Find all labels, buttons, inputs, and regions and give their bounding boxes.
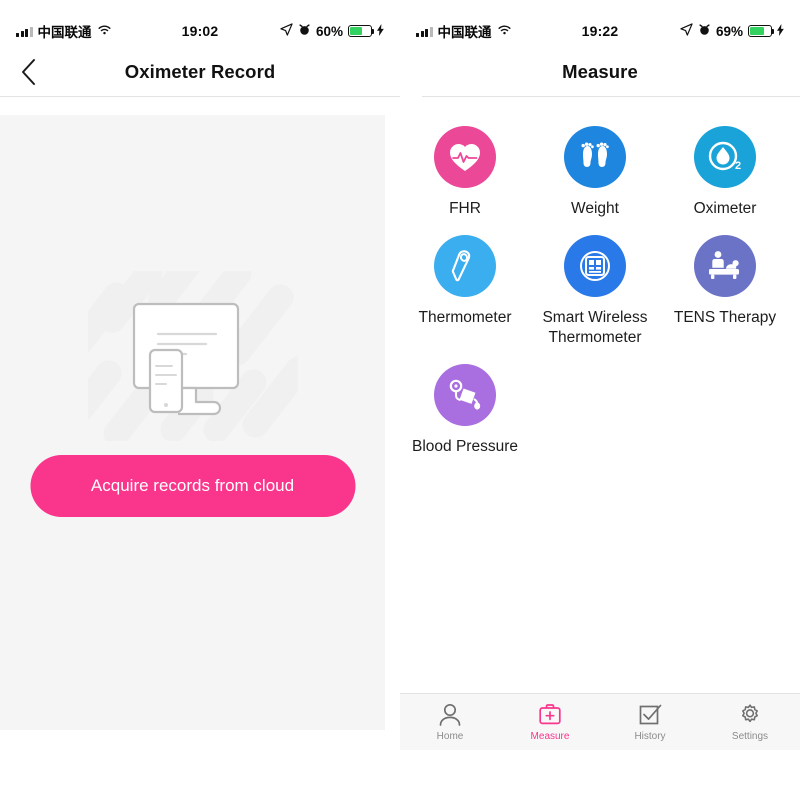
tab-label: Measure bbox=[530, 731, 570, 742]
measure-item-label: Thermometer bbox=[418, 309, 512, 326]
lightning-bolt-icon bbox=[777, 23, 784, 39]
tab-label: History bbox=[634, 731, 666, 742]
measure-item-fhr[interactable]: FHR bbox=[400, 126, 530, 219]
footprints-icon bbox=[581, 142, 609, 167]
carrier-name: 中国联通 bbox=[437, 25, 492, 40]
battery-icon bbox=[348, 25, 375, 37]
measure-item-label: Smart Wireless Thermometer bbox=[542, 309, 648, 346]
alarm-clock-icon bbox=[298, 23, 311, 39]
status-bar-left-group: 中国联通 bbox=[416, 21, 582, 41]
heart-pulse-icon bbox=[449, 143, 481, 171]
measure-item-oximeter[interactable]: 2 Oximeter bbox=[660, 126, 790, 219]
measure-item-blood-pressure[interactable]: Blood Pressure bbox=[400, 364, 530, 457]
measure-item-label: FHR bbox=[449, 200, 481, 217]
signal-bars-icon bbox=[416, 26, 433, 37]
tens-therapy-icon-circle bbox=[694, 235, 756, 297]
chevron-left-icon bbox=[22, 59, 35, 85]
measure-item-thermometer[interactable]: Thermometer bbox=[400, 235, 530, 348]
status-bar-time: 19:22 bbox=[581, 23, 619, 39]
tab-label: Settings bbox=[731, 731, 769, 742]
nav-divider-right bbox=[422, 96, 800, 97]
wifi-icon bbox=[97, 24, 112, 39]
location-arrow-icon bbox=[680, 23, 693, 39]
measure-item-tens-therapy[interactable]: TENS Therapy bbox=[660, 235, 790, 348]
blood-pressure-icon-circle bbox=[434, 364, 496, 426]
nav-bar-left: Oximeter Record bbox=[0, 48, 400, 96]
acquire-records-from-cloud-button[interactable]: Acquire records from cloud bbox=[30, 455, 355, 517]
status-bar-right-group: 60% bbox=[218, 23, 384, 39]
blood-pressure-cuff-icon bbox=[449, 379, 481, 410]
oxygen-droplet-o2-icon: 2 bbox=[708, 141, 741, 172]
page-title: Oximeter Record bbox=[124, 61, 276, 82]
qr-grid-panel-icon bbox=[580, 251, 610, 281]
medical-kit-icon bbox=[539, 704, 561, 725]
nav-bar-right: Measure bbox=[400, 48, 800, 96]
checked-box-icon bbox=[639, 704, 662, 725]
person-icon bbox=[439, 703, 461, 726]
status-bar-right-group: 69% bbox=[618, 23, 784, 39]
tab-home[interactable]: Home bbox=[400, 694, 500, 750]
battery-percent: 60% bbox=[315, 23, 343, 39]
tab-settings[interactable]: Settings bbox=[700, 694, 800, 750]
desktop-and-phone-illustration bbox=[51, 251, 312, 447]
battery-percent: 69% bbox=[715, 23, 743, 39]
measure-item-label: Oximeter bbox=[693, 200, 757, 217]
wifi-icon bbox=[497, 24, 512, 39]
measure-item-label: Blood Pressure bbox=[412, 438, 518, 455]
oximeter-icon-circle: 2 bbox=[694, 126, 756, 188]
dual-screenshot-container: 中国联通 19:02 60% Oximeter Record Acquire r… bbox=[0, 0, 800, 800]
lightning-bolt-icon bbox=[377, 23, 384, 39]
bottom-tab-bar: Home Measure History Settings bbox=[400, 693, 800, 750]
empty-state-panel: Acquire records from cloud bbox=[0, 115, 385, 730]
measure-item-weight[interactable]: Weight bbox=[530, 126, 660, 219]
measure-grid: FHR Weight 2 Oximeter Thermometer Smart … bbox=[400, 126, 800, 473]
nav-divider-left bbox=[0, 96, 400, 97]
battery-icon bbox=[748, 25, 775, 37]
back-button[interactable] bbox=[16, 59, 42, 85]
measure-item-label: Weight bbox=[571, 200, 619, 217]
massage-therapy-icon bbox=[709, 251, 739, 279]
oximeter-record-screen: 中国联通 19:02 60% Oximeter Record Acquire r… bbox=[0, 0, 400, 800]
fhr-icon-circle bbox=[434, 126, 496, 188]
carrier-name: 中国联通 bbox=[37, 25, 92, 40]
thermometer-probe-icon bbox=[451, 250, 471, 282]
tab-measure[interactable]: Measure bbox=[500, 694, 600, 750]
smart-wireless-thermometer-icon-circle bbox=[564, 235, 626, 297]
measure-item-label: TENS Therapy bbox=[673, 309, 777, 326]
weight-icon-circle bbox=[564, 126, 626, 188]
status-bar-left-group: 中国联通 bbox=[16, 21, 182, 41]
thermometer-icon-circle bbox=[434, 235, 496, 297]
alarm-clock-icon bbox=[698, 23, 711, 39]
status-bar-right: 中国联通 19:22 69% bbox=[400, 0, 800, 48]
status-bar-left: 中国联通 19:02 60% bbox=[0, 0, 400, 48]
page-title: Measure bbox=[562, 61, 638, 82]
svg-text:2: 2 bbox=[735, 160, 741, 172]
measure-screen: 中国联通 19:22 69% Measure FHR Weight 2 Oxim… bbox=[400, 0, 800, 800]
tab-label: Home bbox=[436, 731, 464, 742]
measure-item-smart-wireless-thermometer[interactable]: Smart Wireless Thermometer bbox=[530, 235, 660, 348]
tab-history[interactable]: History bbox=[600, 694, 700, 750]
location-arrow-icon bbox=[280, 23, 293, 39]
signal-bars-icon bbox=[16, 26, 33, 37]
gear-icon bbox=[742, 704, 758, 723]
status-bar-time: 19:02 bbox=[181, 23, 219, 39]
